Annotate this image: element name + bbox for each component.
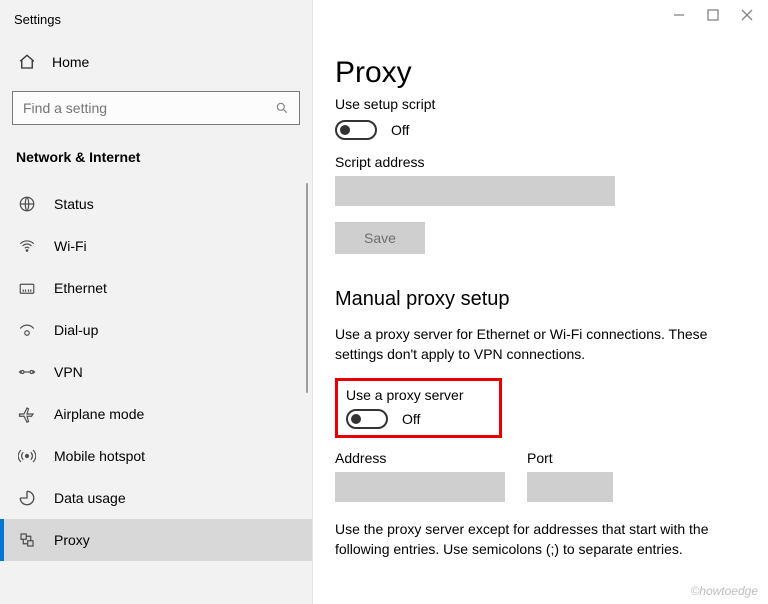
port-label: Port xyxy=(527,450,613,466)
use-proxy-toggle[interactable] xyxy=(346,409,388,429)
sidebar-item-label: Wi-Fi xyxy=(54,238,87,254)
sidebar-item-datausage[interactable]: Data usage xyxy=(0,477,312,519)
save-button: Save xyxy=(335,222,425,254)
sidebar-item-status[interactable]: Status xyxy=(0,183,312,225)
proxy-icon xyxy=(18,531,36,549)
use-script-toggle[interactable] xyxy=(335,120,377,140)
sidebar-home-label: Home xyxy=(52,54,89,70)
use-proxy-state: Off xyxy=(402,411,420,427)
hotspot-icon xyxy=(18,447,36,465)
watermark: ©howtoedge xyxy=(690,584,758,598)
use-script-state: Off xyxy=(391,122,409,138)
wifi-icon xyxy=(18,237,36,255)
sidebar-item-label: Data usage xyxy=(54,490,126,506)
use-proxy-label: Use a proxy server xyxy=(346,387,463,403)
use-proxy-toggle-row: Off xyxy=(346,409,463,429)
page-title: Proxy xyxy=(335,56,760,90)
sidebar-item-label: Mobile hotspot xyxy=(54,448,145,464)
use-script-toggle-row: Off xyxy=(335,120,760,140)
search-icon xyxy=(275,101,289,115)
sidebar-item-label: Dial-up xyxy=(54,322,98,338)
sidebar-item-label: Status xyxy=(54,196,94,212)
ethernet-icon xyxy=(18,279,36,297)
sidebar-item-label: Ethernet xyxy=(54,280,107,296)
vpn-icon xyxy=(18,363,36,381)
data-usage-icon xyxy=(18,489,36,507)
sidebar-item-label: Proxy xyxy=(54,532,90,548)
sidebar-item-label: VPN xyxy=(54,364,83,380)
dialup-icon xyxy=(18,321,36,339)
minimize-icon[interactable] xyxy=(672,8,686,22)
sidebar-item-airplane[interactable]: Airplane mode xyxy=(0,393,312,435)
settings-sidebar: Settings Home Network & Internet Status xyxy=(0,0,313,604)
sidebar-item-vpn[interactable]: VPN xyxy=(0,351,312,393)
script-address-label: Script address xyxy=(335,154,760,170)
sidebar-item-ethernet[interactable]: Ethernet xyxy=(0,267,312,309)
sidebar-item-proxy[interactable]: Proxy xyxy=(0,519,312,561)
search-input[interactable] xyxy=(23,100,275,116)
maximize-icon[interactable] xyxy=(706,8,720,22)
address-input xyxy=(335,472,505,502)
main-content: Proxy Use setup script Off Script addres… xyxy=(313,0,768,604)
manual-heading: Manual proxy setup xyxy=(335,288,760,311)
airplane-icon xyxy=(18,405,36,423)
window-controls xyxy=(660,4,766,26)
sidebar-item-wifi[interactable]: Wi-Fi xyxy=(0,225,312,267)
port-input xyxy=(527,472,613,502)
script-address-input xyxy=(335,176,615,206)
sidebar-scrollbar[interactable] xyxy=(306,183,308,393)
address-label: Address xyxy=(335,450,505,466)
sidebar-section-label: Network & Internet xyxy=(0,145,312,183)
sidebar-nav: Status Wi-Fi Ethernet Dial-up xyxy=(0,183,312,604)
manual-description: Use a proxy server for Ethernet or Wi-Fi… xyxy=(335,325,735,364)
except-description: Use the proxy server except for addresse… xyxy=(335,520,735,559)
window-title: Settings xyxy=(0,8,312,43)
home-icon xyxy=(18,53,36,71)
sidebar-home[interactable]: Home xyxy=(0,43,312,81)
use-proxy-highlight: Use a proxy server Off xyxy=(335,378,502,438)
sidebar-item-hotspot[interactable]: Mobile hotspot xyxy=(0,435,312,477)
sidebar-item-dialup[interactable]: Dial-up xyxy=(0,309,312,351)
close-icon[interactable] xyxy=(740,8,754,22)
sidebar-item-label: Airplane mode xyxy=(54,406,144,422)
search-box[interactable] xyxy=(12,91,300,125)
use-script-label: Use setup script xyxy=(335,96,760,112)
globe-icon xyxy=(18,195,36,213)
